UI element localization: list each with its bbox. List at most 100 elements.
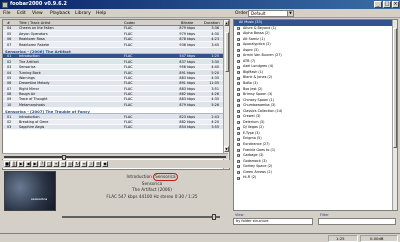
open-button[interactable]: □ [46,161,52,167]
library-scroll-thumb[interactable] [393,28,397,148]
menu-view[interactable]: View [32,11,43,17]
expand-icon[interactable]: + [237,115,240,119]
expand-icon[interactable]: + [237,154,240,158]
seek-bar[interactable] [2,153,228,160]
expand-icon[interactable]: + [237,32,240,36]
track-title-cell: The Artifact [19,59,39,64]
bitrate-cell: 837 kbps [179,59,195,64]
maximize-button[interactable]: □ [383,1,391,8]
info-button[interactable]: i [88,161,94,167]
expand-icon[interactable]: + [237,137,240,141]
expand-icon[interactable]: + [237,65,240,69]
expand-icon[interactable]: + [237,132,240,136]
expand-icon[interactable]: + [237,98,240,102]
expand-icon[interactable]: + [237,43,240,47]
expand-icon[interactable]: + [237,121,240,125]
expand-icon[interactable]: + [237,165,240,169]
list-button[interactable]: ☰ [95,161,101,167]
expand-icon[interactable]: + [237,143,240,147]
track-title-cell: Sensorica [19,65,36,70]
filter-input[interactable] [318,218,396,225]
expand-icon[interactable]: + [237,87,240,91]
menu-edit[interactable]: Edit [17,11,26,17]
seek-knob[interactable] [62,154,66,160]
bitrate-cell: 883 kbps [179,97,195,102]
expand-icon[interactable]: + [237,60,240,64]
random-button[interactable]: ? [39,161,45,167]
col-title[interactable]: Title / Track Artist [19,21,50,26]
expand-icon[interactable]: + [237,126,240,130]
expand-icon[interactable]: + [237,54,240,58]
bitrate-cell: 936 kbps [179,42,195,47]
expand-icon[interactable]: + [237,82,240,86]
expand-icon[interactable]: + [237,104,240,108]
expand-icon[interactable]: + [237,148,240,152]
library-item-label: ATB (7) [243,58,256,63]
expand-icon[interactable]: + [237,159,240,163]
previous-button[interactable]: ◀ [25,161,31,167]
settings-button[interactable]: ≡ [81,161,87,167]
remove-button[interactable]: − [60,161,66,167]
next-button[interactable]: ▶ [32,161,38,167]
group-header-label: Sensorica - [2007] The Trouble of Fancy [5,108,90,114]
volume-slider[interactable] [62,214,222,220]
library-item[interactable]: + Hi-Fi (2) [234,175,397,181]
duration-cell: 4:35 [211,75,219,80]
col-duration[interactable]: Duration [204,21,220,26]
expand-icon[interactable]: + [237,37,240,41]
menu-help[interactable]: Help [96,11,106,17]
close-button[interactable]: × [392,1,399,8]
expand-icon[interactable]: + [237,109,240,113]
table-row[interactable]: 03 Sapphire Aegis FLAC 854 kbps 3:55 [3,125,225,131]
duration-cell: 5:26 [211,102,219,107]
expand-icon[interactable]: + [237,76,240,80]
library-item-label: Delerium (3) [243,119,265,124]
volume-knob[interactable] [212,214,216,220]
col-bitrate[interactable]: Bitrate [181,21,193,26]
expand-icon[interactable]: + [237,176,240,180]
bitrate-cell: 879 kbps [179,102,195,107]
expand-icon[interactable]: + [237,170,240,174]
library-tree[interactable]: All Music (53) + Allure & Beyond (1) + Alph… [233,19,398,211]
stop-button[interactable]: ■ [4,161,10,167]
duration-cell: 4:40 [211,65,219,70]
expand-icon[interactable]: + [237,71,240,75]
duration-cell: 11:05 [209,81,219,86]
album-cover: sensorica [4,171,56,211]
expand-icon[interactable]: + [237,48,240,52]
menu-file[interactable]: File [3,11,11,17]
bitrate-cell: 878 kbps [179,37,195,42]
library-item-label: Blank & Jones (2) [243,75,273,80]
scroll-down-icon[interactable]: ▼ [224,146,229,152]
order-select[interactable]: Default ▼ [248,10,294,17]
view-select[interactable]: by folder structure [233,218,313,225]
minimize-button[interactable]: _ [374,1,382,8]
refresh-button[interactable]: ↻ [74,161,80,167]
scroll-thumb[interactable] [224,32,229,72]
codec-cell: FLAC [124,75,133,80]
duration-cell: 3:30 [211,59,219,64]
library-item-label: BigMash (1) [243,69,264,74]
lock-button[interactable]: ◆ [102,161,108,167]
track-number: 04 [7,26,12,31]
expand-icon[interactable]: + [237,93,240,97]
play-button[interactable]: ▶ [18,161,24,167]
bitrate-cell: 891 kbps [179,70,195,75]
pause-button[interactable]: ‖ [11,161,17,167]
col-number[interactable]: # [7,21,10,26]
track-title-cell: Introduction [19,114,40,119]
scroll-up-icon[interactable]: ▲ [224,20,229,26]
track-album: The Artifact (2006) [132,187,172,192]
library-item-label: Hi-Fi (2) [243,175,257,180]
add-button[interactable]: + [53,161,59,167]
menu-library[interactable]: Library [75,11,91,17]
library-scrollbar[interactable] [392,20,397,210]
col-codec[interactable]: Codec [124,21,135,26]
codec-cell: FLAC [124,125,133,130]
expand-icon[interactable]: + [237,26,240,30]
menu-playback[interactable]: Playback [50,11,70,17]
library-item-label: Enigma (5) [243,136,262,141]
duration-cell: 3:51 [211,86,219,91]
duration-cell: 1:25 [211,54,219,59]
search-button[interactable]: ◎ [67,161,73,167]
